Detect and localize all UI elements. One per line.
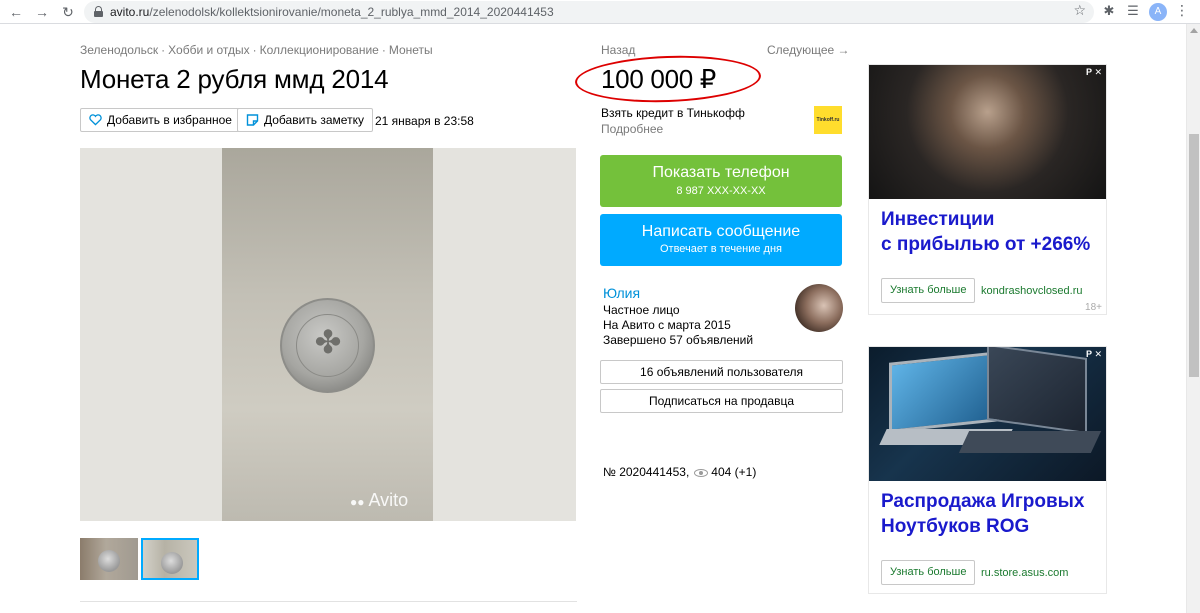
reload-icon[interactable]: ↻ (58, 2, 78, 22)
ad-banner-investment[interactable]: Р ✕ Инвестиции с прибылью от +266% Узнат… (868, 64, 1107, 315)
page-title: Монета 2 рубля ммд 2014 (80, 64, 389, 94)
show-phone-button[interactable]: Показать телефон 8 987 XXX-XX-XX (600, 155, 842, 207)
url-text[interactable]: avito.ru/zelenodolsk/kollektsionirovanie… (110, 5, 554, 19)
breadcrumb-hobby[interactable]: Хобби и отдых (168, 43, 250, 57)
scroll-thumb[interactable] (1189, 134, 1199, 377)
item-meta: № 2020441453, 404 (+1) (603, 465, 756, 479)
red-annotation-circle (574, 52, 762, 106)
photo-gallery[interactable]: ✤ ●● Avito (80, 148, 576, 521)
add-note-button[interactable]: Добавить заметку (237, 108, 373, 132)
photo-thumbnail-1[interactable] (80, 538, 138, 580)
scroll-up-arrow-icon[interactable] (1190, 28, 1198, 33)
browser-menu-icon[interactable]: ⋮ (1175, 2, 1189, 19)
ad-learn-more-button[interactable]: Узнать больше (881, 560, 976, 585)
ad-heading[interactable]: Инвестиции с прибылью от +266% (881, 207, 1090, 257)
ad-learn-more-button[interactable]: Узнать больше (881, 278, 976, 303)
ad-domain[interactable]: ru.store.asus.com (981, 567, 1068, 579)
credit-offer[interactable]: Взять кредит в Тинькофф (601, 106, 745, 120)
write-message-button[interactable]: Написать сообщение Отвечает в течение дн… (600, 214, 842, 266)
breadcrumb-collecting[interactable]: Коллекционирование (260, 43, 379, 57)
lock-icon (94, 6, 103, 17)
item-number: № 2020441453, (603, 465, 690, 479)
ad-image-laptops (869, 347, 1106, 481)
tinkoff-logo[interactable]: Tinkoff.ru (814, 106, 842, 134)
extensions-icon[interactable]: ✱ (1100, 3, 1118, 19)
back-link[interactable]: Назад (601, 43, 635, 57)
next-link[interactable]: Следующее → (767, 43, 850, 57)
forward-arrow-icon[interactable]: → (32, 2, 52, 22)
seller-since: На Авито с марта 2015 (603, 318, 731, 332)
scrollbar[interactable] (1186, 24, 1200, 613)
seller-completed: Завершено 57 объявлений (603, 333, 754, 347)
subscribe-seller-button[interactable]: Подписаться на продавца (600, 389, 843, 413)
credit-more-link[interactable]: Подробнее (601, 122, 663, 136)
back-arrow-icon[interactable]: ← (6, 2, 26, 22)
divider (80, 601, 577, 602)
avito-watermark: ●● Avito (350, 490, 409, 510)
photo-thumbnail-2[interactable] (141, 538, 199, 580)
ad-domain[interactable]: kondrashovclosed.ru (981, 285, 1083, 297)
note-icon (246, 114, 259, 126)
address-bar[interactable]: avito.ru/zelenodolsk/kollektsionirovanie… (84, 1, 1094, 23)
bookmark-star-icon[interactable]: ☆ (1073, 2, 1086, 19)
avatar[interactable] (795, 284, 843, 332)
listing-date: 21 января в 23:58 (375, 114, 474, 128)
seller-type: Частное лицо (603, 303, 680, 317)
ad-heading[interactable]: Распродажа Игровых Ноутбуков ROG (881, 489, 1084, 539)
ad-close-icon[interactable]: Р ✕ (1086, 349, 1102, 360)
browser-toolbar: ← → ↻ avito.ru/zelenodolsk/kollektsionir… (0, 0, 1200, 24)
add-to-favorites-button[interactable]: Добавить в избранное (80, 108, 241, 132)
view-count: 404 (+1) (711, 465, 757, 479)
reading-list-icon[interactable]: ☰ (1124, 3, 1142, 19)
eagle-emblem-icon: ✤ (314, 324, 342, 360)
breadcrumb-coins[interactable]: Монеты (389, 43, 433, 57)
profile-avatar[interactable]: A (1149, 3, 1167, 21)
age-rating: 18+ (1085, 302, 1102, 313)
ad-banner-laptops[interactable]: Р ✕ Распродажа Игровых Ноутбуков ROG Узн… (868, 346, 1107, 594)
seller-name[interactable]: Юлия (603, 285, 640, 301)
breadcrumb: Зеленодольск · Хобби и отдых · Коллекциониро… (80, 43, 433, 57)
breadcrumb-city[interactable]: Зеленодольск (80, 43, 158, 57)
eye-icon (694, 468, 709, 477)
seller-ads-button[interactable]: 16 объявлений пользователя (600, 360, 843, 384)
coin-image: ✤ (280, 298, 375, 393)
ad-image-man (869, 65, 1106, 199)
heart-icon (89, 114, 102, 126)
ad-close-icon[interactable]: Р ✕ (1086, 67, 1102, 78)
